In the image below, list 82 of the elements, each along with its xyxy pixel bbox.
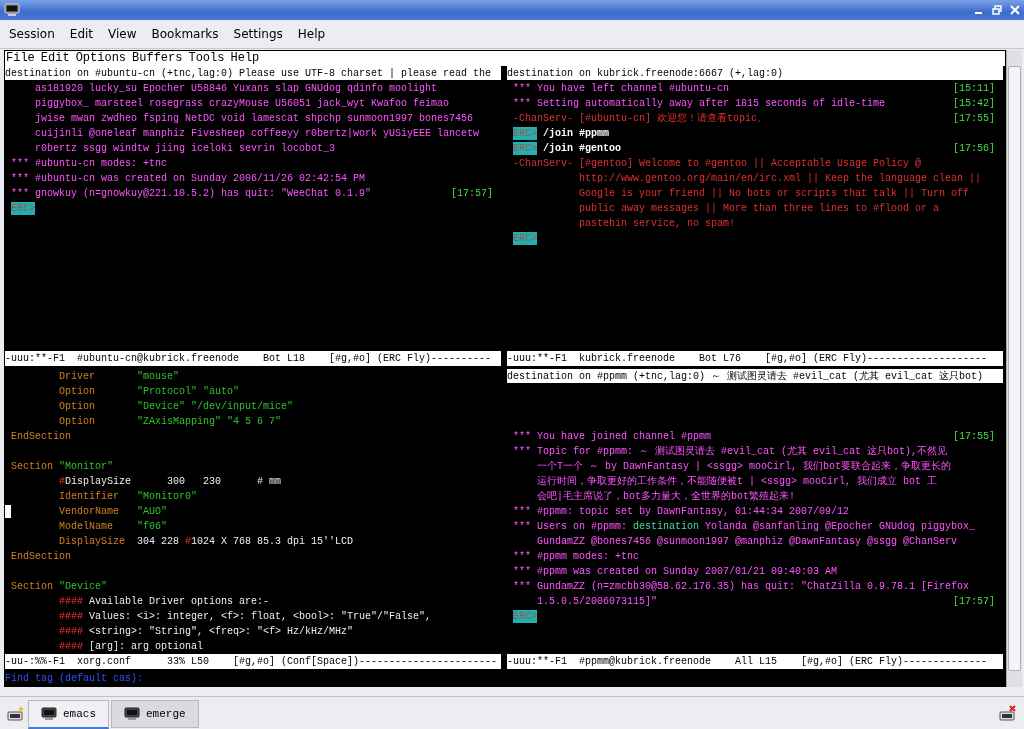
- chat-line: piggybox_ marsteel rosegrass crazyMouse U56051 jack_wyt Kwafoo feimao: [35, 97, 450, 111]
- code-line: #### Values: <i>: integer, <f>: float, <bool>: "True"/"False",: [59, 609, 432, 624]
- chat-line: *** #ubuntu-cn modes: +tnc: [11, 157, 168, 171]
- chat-line: Google is your friend || No bots or scripts that talk || Turn off: [579, 187, 970, 201]
- chat-line: /join #ppmm: [543, 127, 610, 141]
- erc-prompt: ERC>: [513, 232, 537, 245]
- chat-line: *** #ppmm was created on Sunday 2007/01/21 09:40:03 AM: [513, 564, 838, 579]
- chat-line: r0bertz ssgg windtw jiing iceloki sevrin locobot_3: [35, 142, 336, 156]
- session-tab[interactable]: emacs: [28, 699, 109, 729]
- chat-line: GundamZZ @bones7456 @sunmoon1997 @manphiz @DawnFantasy @ssgg @ChanServ: [537, 534, 958, 549]
- close-button[interactable]: [1010, 5, 1020, 15]
- code-line: Section "Monitor": [11, 459, 114, 474]
- timestamp: [17:57]: [953, 594, 995, 609]
- chat-line: as181920 lucky_su Epocher U58846 Yuxans slap GNUdog qdinfo moolight: [35, 82, 438, 96]
- chat-line: -ChanServ- [#ubuntu-cn] 欢迎您！请查看topic。: [513, 111, 769, 126]
- chat-line: public away messages || More than three lines to #flood or a: [579, 202, 940, 216]
- erc-prompt: ERC>: [513, 142, 537, 155]
- scrollbar[interactable]: [1006, 50, 1022, 687]
- code-line: #### Available Driver options are:-: [59, 594, 270, 609]
- chat-line: *** #ppmm: topic set by DawnFantasy, 01:44:34 2007/09/12: [513, 504, 850, 519]
- chat-line: *** Users on #ppmm: destination Yolanda @sanfanling @Epocher GNUdog piggybox_: [513, 519, 976, 534]
- code-line: Identifier "Monitor0": [59, 489, 197, 504]
- code-line: EndSection: [11, 549, 71, 564]
- terminal-icon: [124, 707, 140, 721]
- code-line: Driver "mouse": [59, 369, 179, 384]
- code-line: Option "Device" "/dev/input/mice": [59, 399, 294, 414]
- minibuffer-prompt: Find tag (default cas):: [5, 672, 145, 686]
- erc-prompt: ERC>: [513, 127, 537, 140]
- timestamp: [15:11]: [953, 82, 995, 96]
- chat-line: pastebin service, no spam!: [579, 217, 736, 231]
- chat-line: cuijinli @oneleaf manphiz Fivesheep coffeeyy r0bertz|work yUSiyEEE lancetw: [35, 127, 480, 141]
- code-line: Option "Protocol" "auto": [59, 384, 240, 399]
- erc-prompt: ERC>: [513, 609, 537, 623]
- chat-line: *** #ubuntu-cn was created on Sunday 2006/11/26 02:42:54 PM: [11, 172, 366, 186]
- menu-item[interactable]: Help: [230, 51, 260, 66]
- chat-line: *** gnowkuy (n=gnowkuy@221.10.5.2) has quit: "WeeChat 0.1.9": [11, 187, 373, 201]
- chat-line: /join #gentoo: [543, 142, 623, 156]
- timestamp: [17:55]: [953, 429, 995, 444]
- code-line: #DisplaySize 300 230 # mm: [59, 474, 282, 489]
- menu-item[interactable]: Buffers: [132, 51, 183, 66]
- chat-line: *** You have left channel #ubuntu-cn: [513, 82, 731, 96]
- chat-line: *** GundamZZ (n=zmcbb30@58.62.176.35) has quit: "ChatZilla 0.9.78.1 [Firefox: [513, 579, 970, 594]
- close-session-icon[interactable]: [998, 704, 1018, 724]
- code-line: DisplaySize 304 228 #1024 X 768 85.3 dpi 15''LCD: [59, 534, 354, 549]
- erc-prompt: ERC>: [11, 202, 35, 215]
- session-tab[interactable]: emerge: [111, 700, 199, 728]
- chat-line: *** #ppmm modes: +tnc: [513, 549, 640, 564]
- menu-item[interactable]: Session: [4, 25, 60, 43]
- code-line: ModelName "f06": [59, 519, 167, 534]
- terminal-icon: [41, 706, 57, 721]
- terminal-icon: [4, 3, 20, 17]
- timestamp: [17:57]: [451, 187, 493, 201]
- menu-item[interactable]: File: [6, 51, 35, 66]
- chat-line: jwise mwan zwdheo fsping NetDC void lamescat shpchp sunmoon1997 bones7456: [35, 112, 474, 126]
- menu-item[interactable]: Help: [292, 25, 331, 43]
- code-line: VendorName "AUO": [59, 504, 167, 519]
- menu-item[interactable]: Settings: [228, 25, 288, 43]
- menu-item[interactable]: View: [103, 25, 142, 43]
- timestamp: [17:55]: [953, 112, 995, 126]
- code-line: Section "Device": [11, 579, 108, 594]
- chat-line: *** Topic for #ppmm: ～ 测试图灵请去 #evil_cat (尤其 evil_cat 这只bot),不然见: [513, 444, 948, 459]
- chat-line: -ChanServ- [#gentoo] Welcome to #gentoo || Acceptable Usage Policy @: [513, 157, 922, 171]
- menu-item[interactable]: Bookmarks: [146, 25, 224, 43]
- code-line: #### <string>: "String", <freq>: "<f> Hz/kHz/MHz": [59, 624, 354, 639]
- menu-item[interactable]: Options: [75, 51, 127, 66]
- code-line: #### [arg]: arg optional: [59, 639, 204, 654]
- code-line: EndSection: [11, 429, 71, 444]
- chat-line: *** Setting automatically away after 1815 seconds of idle-time: [513, 97, 887, 111]
- chat-line: 一个T一个 ～ by DawnFantasy | <ssgg> mooCirl, 我们bot要联合起来，争取更长的: [537, 459, 952, 474]
- chat-line: 1.5.0.5/2006073115]": [537, 594, 659, 609]
- menu-item[interactable]: Edit: [64, 25, 99, 43]
- menu-item[interactable]: Edit: [40, 51, 70, 66]
- chat-line: *** You have joined channel #ppmm: [513, 429, 713, 444]
- restore-button[interactable]: [992, 5, 1002, 15]
- code-line: Option "ZAxisMapping" "4 5 6 7": [59, 414, 282, 429]
- chat-line: 运行时间，争取更好的工作条件，不能随便被t | <ssgg> mooCirl, 我们成立 bot 工: [537, 474, 938, 489]
- chat-line: http://www.gentoo.org/main/en/irc.xml || Keep the language clean ||: [579, 172, 982, 186]
- chat-line: 会吧|毛主席说了，bot多力量大，全世界的bot繁殖起来!: [537, 489, 795, 504]
- new-session-icon[interactable]: [6, 704, 26, 724]
- timestamp: [15:42]: [953, 97, 995, 111]
- timestamp: [17:56]: [953, 142, 995, 156]
- menu-item[interactable]: Tools: [188, 51, 225, 66]
